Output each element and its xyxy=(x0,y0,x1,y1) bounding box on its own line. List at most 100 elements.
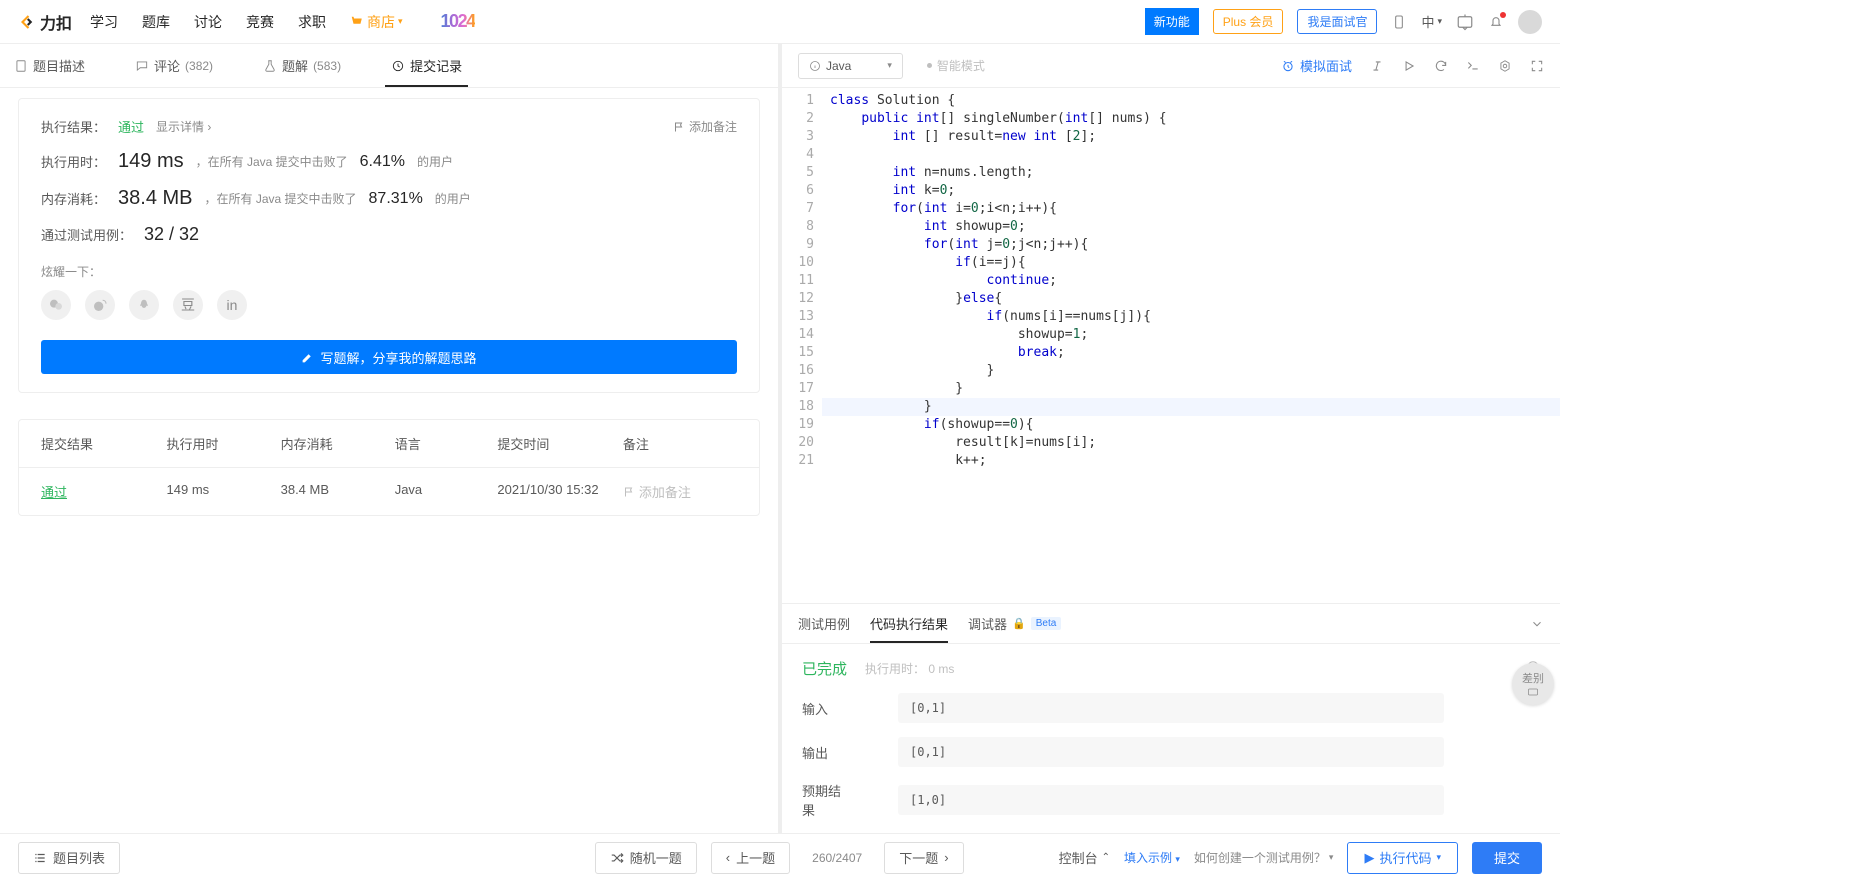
weibo-icon[interactable] xyxy=(85,290,115,320)
nav-contest[interactable]: 竞赛 xyxy=(246,12,274,32)
douban-icon[interactable]: 豆 xyxy=(173,290,203,320)
caret-down-icon: ▾ xyxy=(1436,852,1441,863)
nav-jobs[interactable]: 求职 xyxy=(298,12,326,32)
output-label: 输出 xyxy=(802,743,850,762)
nav-problems[interactable]: 题库 xyxy=(142,12,170,32)
play-icon: ▶ xyxy=(1364,850,1374,866)
fullscreen-icon[interactable] xyxy=(1530,59,1544,73)
input-value[interactable]: [0,1] xyxy=(898,693,1444,723)
tab-comments-label: 评论 xyxy=(154,56,180,75)
interviewer-button[interactable]: 我是面试官 xyxy=(1297,9,1377,34)
result-status: 通过 xyxy=(118,117,144,136)
code-content[interactable]: class Solution { public int[] singleNumb… xyxy=(822,88,1560,603)
wechat-icon[interactable] xyxy=(41,290,71,320)
store-label: 商店 xyxy=(367,12,395,32)
pencil-icon xyxy=(301,351,314,364)
tab-testcases[interactable]: 测试用例 xyxy=(798,604,850,643)
nav-learn[interactable]: 学习 xyxy=(90,12,118,32)
top-nav: 力扣 学习 题库 讨论 竞赛 求职 商店 ▾ 1024 新功能 Plus 会员 … xyxy=(0,0,1560,44)
language-select[interactable]: Java ▾ xyxy=(798,53,903,79)
lock-icon: 🔒 xyxy=(1012,617,1026,630)
reset-icon[interactable] xyxy=(1434,59,1448,73)
collapse-icon[interactable] xyxy=(1530,604,1544,643)
problem-list-label: 题目列表 xyxy=(53,848,105,867)
th-result: 提交结果 xyxy=(41,434,167,453)
show-detail-link[interactable]: 显示详情 › xyxy=(156,118,211,135)
settings-icon[interactable] xyxy=(1498,59,1512,73)
row-result[interactable]: 通过 xyxy=(41,485,67,500)
tab-description[interactable]: 题目描述 xyxy=(14,44,85,87)
bell-icon[interactable] xyxy=(1488,14,1504,30)
th-time: 执行用时 xyxy=(167,434,281,453)
plus-button[interactable]: Plus 会员 xyxy=(1213,9,1284,34)
run-button[interactable]: ▶ 执行代码 ▾ xyxy=(1347,842,1458,874)
prev-button[interactable]: ‹ 上一题 xyxy=(711,842,790,874)
linkedin-icon[interactable]: in xyxy=(217,290,247,320)
code-editor[interactable]: 123456789101112131415161718192021 class … xyxy=(782,88,1560,604)
language-selector[interactable]: 中▾ xyxy=(1421,12,1442,31)
table-header: 提交结果 执行用时 内存消耗 语言 提交时间 备注 xyxy=(19,420,759,468)
flask-icon xyxy=(263,59,277,73)
chevron-right-icon: › xyxy=(944,850,948,865)
italic-icon[interactable] xyxy=(1370,59,1384,73)
add-note-button[interactable]: 添加备注 xyxy=(673,118,737,135)
fill-example-link[interactable]: 填入示例 ▾ xyxy=(1124,849,1180,866)
tab-comments-count: (382) xyxy=(185,59,213,73)
write-solution-label: 写题解，分享我的解题思路 xyxy=(320,348,476,367)
logo[interactable]: 力扣 xyxy=(18,10,72,34)
leetcode-logo-icon xyxy=(18,13,36,31)
row-date: 2021/10/30 15:32 xyxy=(497,482,623,501)
problem-list-button[interactable]: 题目列表 xyxy=(18,842,120,874)
output-value: [0,1] xyxy=(898,737,1444,767)
table-row[interactable]: 通过 149 ms 38.4 MB Java 2021/10/30 15:32 … xyxy=(19,468,759,515)
write-solution-button[interactable]: 写题解，分享我的解题思路 xyxy=(41,340,737,374)
row-add-note[interactable]: 添加备注 xyxy=(623,482,737,501)
tab-submissions[interactable]: 提交记录 xyxy=(391,44,462,87)
mobile-icon[interactable] xyxy=(1391,14,1407,30)
new-feature-badge[interactable]: 新功能 xyxy=(1145,8,1199,35)
store-icon xyxy=(350,15,364,29)
chevron-down-icon: ▾ xyxy=(887,60,892,71)
random-label: 随机一题 xyxy=(630,848,682,867)
testcases-label: 通过测试用例： xyxy=(41,225,132,244)
th-lang: 语言 xyxy=(395,434,498,453)
tab-exec-result[interactable]: 代码执行结果 xyxy=(870,604,948,643)
terminal-icon[interactable] xyxy=(1466,59,1480,73)
submissions-table: 提交结果 执行用时 内存消耗 语言 提交时间 备注 通过 149 ms 38.4… xyxy=(18,419,760,516)
result-label: 执行结果： xyxy=(41,117,106,136)
qq-icon[interactable] xyxy=(129,290,159,320)
nav-store[interactable]: 商店 ▾ xyxy=(350,12,403,32)
promo-1024[interactable]: 1024 xyxy=(441,11,475,32)
memory-pct: 87.31% xyxy=(369,190,423,208)
expected-value: [1,0] xyxy=(898,785,1444,815)
console-label: 控制台 xyxy=(1059,848,1098,867)
smart-mode-toggle[interactable]: 智能模式 xyxy=(927,57,985,74)
memory-ctx2: 的用户 xyxy=(435,190,471,207)
alarm-icon xyxy=(1281,59,1295,73)
bullet-icon xyxy=(927,63,932,68)
line-gutter: 123456789101112131415161718192021 xyxy=(782,88,822,603)
submit-button[interactable]: 提交 xyxy=(1472,842,1542,874)
help-link[interactable]: 如何创建一个测试用例？▾ xyxy=(1194,849,1334,866)
console-toggle[interactable]: 控制台 ⌃ xyxy=(1059,848,1110,867)
next-button[interactable]: 下一题 › xyxy=(884,842,963,874)
notification-dot xyxy=(1500,12,1506,18)
random-button[interactable]: 随机一题 xyxy=(595,842,697,874)
th-mem: 内存消耗 xyxy=(281,434,395,453)
playground-icon[interactable] xyxy=(1456,13,1474,31)
avatar[interactable] xyxy=(1518,10,1542,34)
mock-interview-button[interactable]: 模拟面试 xyxy=(1281,56,1352,75)
tab-solutions[interactable]: 题解 (583) xyxy=(263,44,341,87)
tab-comments[interactable]: 评论 (382) xyxy=(135,44,213,87)
comment-icon xyxy=(135,59,149,73)
diff-label: 差别 xyxy=(1522,670,1544,686)
language-value: Java xyxy=(826,59,851,73)
tab-debugger-label: 调试器 xyxy=(968,614,1007,633)
nav-discuss[interactable]: 讨论 xyxy=(194,12,222,32)
play-icon[interactable] xyxy=(1402,59,1416,73)
share-icons: 豆 in xyxy=(41,290,737,320)
tab-debugger[interactable]: 调试器 🔒 Beta xyxy=(968,604,1061,643)
row-mem: 38.4 MB xyxy=(281,482,395,501)
diff-button[interactable]: 差别 xyxy=(1512,663,1554,705)
row-lang: Java xyxy=(395,482,498,501)
